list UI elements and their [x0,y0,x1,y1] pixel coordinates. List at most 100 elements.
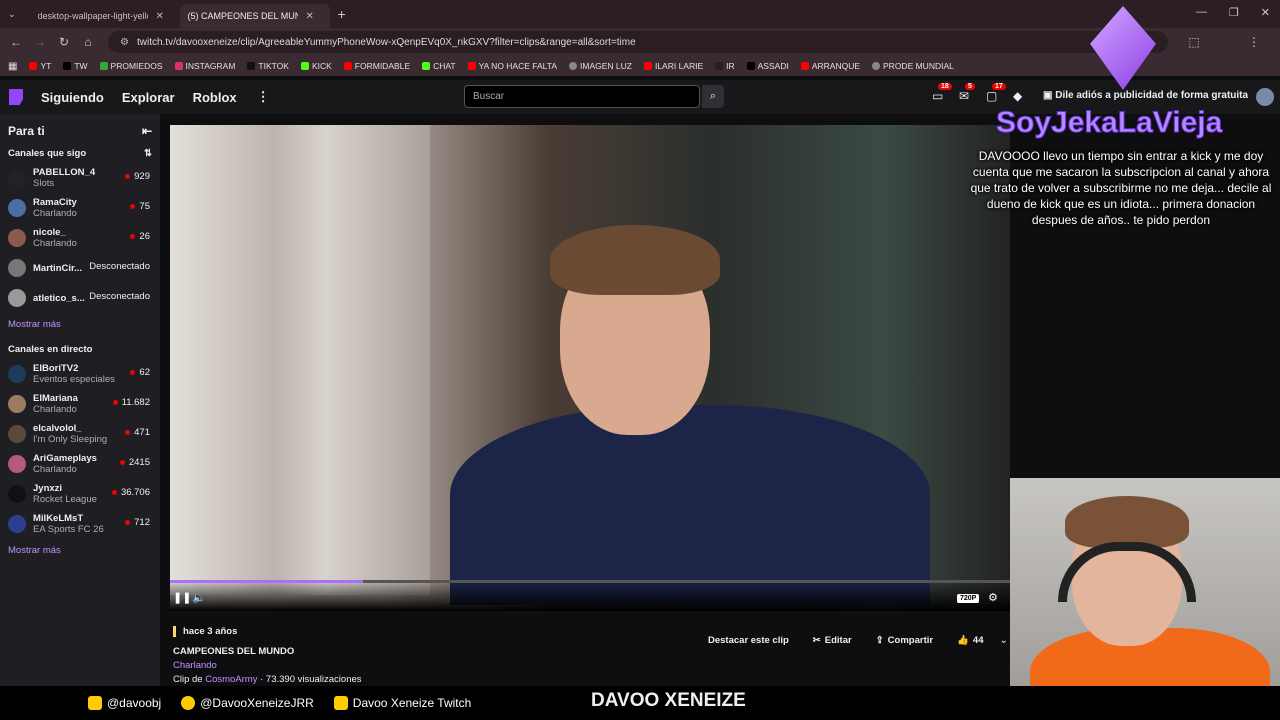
bookmark-item[interactable]: PRODE MUNDIAL [872,61,954,71]
twitter-label: @DavooXeneizeJRR [200,696,314,710]
nav-icons: ▭ 18 ✉ 5 ▢ 17 ◆ [932,83,1027,103]
search-input[interactable]: Buscar [464,85,700,108]
nav-following[interactable]: Siguiendo [41,90,104,105]
live-dot-icon [130,204,136,209]
seek-bar-fill [170,580,364,583]
bookmark-label: CHAT [433,61,456,71]
bookmark-item[interactable]: PROMIEDOS [99,61,163,71]
seek-bar[interactable] [170,580,1010,583]
show-more-link[interactable]: Mostrar más [0,313,160,336]
sidebar-channel[interactable]: Jynxzi Rocket League 36.706 [0,479,160,509]
bookmark-item[interactable]: YT [29,61,51,71]
whispers-icon[interactable]: ✉ 5 [959,83,975,103]
sidebar-channel[interactable]: ElBoriTV2 Eventos especiales 62 [0,359,160,389]
minimize-icon[interactable]: — [1196,6,1207,19]
forward-icon[interactable]: → [28,35,52,49]
sidebar-channel[interactable]: elcalvolol_ I'm Only Sleeping 471 [0,419,160,449]
category-link[interactable]: Charlando [173,660,1010,671]
show-more-link[interactable]: Mostrar más [0,539,160,562]
close-window-icon[interactable]: ✕ [1261,6,1270,19]
player-controls [170,580,1010,611]
bookmark-item[interactable]: ARRANQUE [800,61,860,71]
turbo-promo-link[interactable]: ▣ Dile adiós a publicidad de forma gratu… [1043,90,1248,101]
youtube-icon [29,62,38,70]
menu-icon[interactable]: ⋮ [1242,35,1266,49]
home-icon[interactable]: ⌂ [76,35,100,49]
notification-badge: 18 [938,83,952,90]
channel-name: Jynxzi [33,483,63,494]
share-button[interactable]: ⇪ Compartir [868,630,941,650]
pause-icon[interactable]: ❚❚ [173,591,191,604]
reload-icon[interactable]: ↻ [52,35,76,49]
sort-icon[interactable]: ⇅ [144,148,152,159]
more-options-icon[interactable]: ⋮ [257,89,270,105]
sidebar-channel[interactable]: nicole_ Charlando 26 [0,223,160,253]
sidebar-channel[interactable]: ElMariana Charlando 11.682 [0,389,160,419]
browser-tab-2[interactable]: (5) CAMPEONES DEL MUNI ✕ [179,4,330,28]
viewer-count: 62 [130,367,150,378]
search-icon[interactable]: ⌕ [702,85,724,108]
sidebar-channel[interactable]: MartinCir... Desconectado [0,253,160,283]
back-icon[interactable]: ← [4,35,28,49]
sidebar-channel[interactable]: PABELLON_4 Slots 929 [0,163,160,193]
channel-category: I'm Only Sleeping [33,434,108,445]
channel-name: AriGameplays [33,453,97,464]
bookmark-item[interactable]: TW [63,61,88,71]
bookmark-item[interactable]: CHAT [422,61,456,71]
donation-message: DAVOOOO llevo un tiempo sin entrar a kic… [970,149,1272,227]
bookmark-item[interactable]: IMAGEN LUZ [569,61,632,71]
sidebar-channel[interactable]: MiIKeLMsT EA Sports FC 26 712 [0,509,160,539]
nav-browse[interactable]: Explorar [122,90,175,105]
bookmark-item[interactable]: YA NO HACE FALTA [467,61,557,71]
channel-category: Charlando [33,464,77,475]
notification-badge: 17 [992,83,1006,90]
channel-name: atletico_s... [33,292,85,304]
chevron-down-icon[interactable]: ⌄ [1000,635,1008,646]
drops-icon[interactable]: ▭ 18 [932,83,952,103]
bookmark-item[interactable]: FORMIDABLE [343,61,411,71]
bookmark-item[interactable]: TIKTOK [247,61,289,71]
edit-button[interactable]: ✂ Editar [805,630,860,650]
viewer-count-label: Desconectado [89,291,150,302]
close-tab-icon[interactable]: ✕ [156,11,164,22]
viewer-count: 471 [125,427,150,438]
bookmark-item[interactable]: ASSADI [746,61,789,71]
view-count: · 73.390 visualizaciones [257,674,362,685]
bookmark-item[interactable]: KICK [300,61,332,71]
sidebar-channel[interactable]: atletico_s... Desconectado [0,283,160,313]
url-field[interactable]: ⚙ twitch.tv/davooxeneize/clip/AgreeableY… [108,31,1168,53]
nav-roblox[interactable]: Roblox [193,90,237,105]
bookmark-item[interactable]: ILARI LARIE [643,61,703,71]
bookmark-label: FORMIDABLE [354,61,411,71]
settings-gear-icon[interactable]: ⚙ [988,591,998,604]
bookmark-item[interactable]: INSTAGRAM [174,61,235,71]
apps-icon[interactable]: ▦ [8,61,17,72]
channel-name: MiIKeLMsT [33,513,84,524]
browser-tab-1[interactable]: desktop-wallpaper-light-yellow ✕ [30,4,180,28]
feature-clip-button[interactable]: Destacar este clip [700,630,797,650]
like-button[interactable]: 👍 44 [949,630,991,650]
volume-icon[interactable]: 🔈 [192,591,206,604]
clipper-link[interactable]: CosmoArmy [205,674,257,685]
bits-icon[interactable]: ◆ [1013,89,1027,103]
viewer-count: 712 [125,517,150,528]
site-info-icon[interactable]: ⚙ [120,37,129,48]
channel-category: Slots [33,178,55,189]
sidebar-channel[interactable]: RamaCity Charlando 75 [0,193,160,223]
close-tab-icon[interactable]: ✕ [306,11,314,22]
bookmark-item[interactable]: IR [715,61,735,71]
twitch-logo-icon[interactable] [9,89,23,105]
streamer-hair [550,225,720,295]
video-player[interactable]: ❚❚ 🔈 720P ⚙ [170,125,1010,611]
sidebar-channel[interactable]: AriGameplays Charlando 2415 [0,449,160,479]
viewer-count: 929 [125,171,150,182]
notifications-icon[interactable]: ▢ 17 [986,83,1006,103]
new-tab-icon[interactable]: + [338,6,346,22]
maximize-icon[interactable]: ❐ [1229,6,1239,19]
feature-clip-label: Destacar este clip [708,634,789,646]
avatar[interactable] [1256,88,1274,106]
clip-by-line: Clip de CosmoArmy · 73.390 visualizacion… [173,674,1010,685]
tab-list-chevron-icon[interactable]: ⌄ [8,9,16,20]
collapse-sidebar-icon[interactable]: ⇤ [142,124,152,138]
extensions-icon[interactable]: ⬚ [1182,35,1206,49]
